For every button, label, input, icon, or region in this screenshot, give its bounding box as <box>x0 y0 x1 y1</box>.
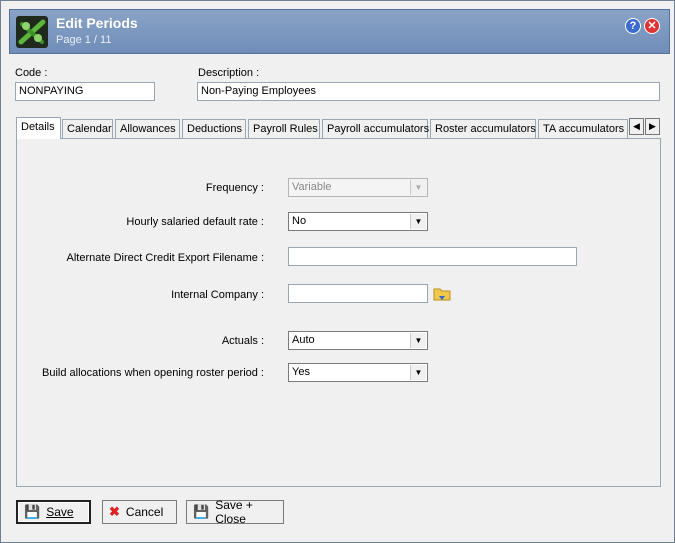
cancel-button[interactable]: ✖ Cancel <box>102 500 177 524</box>
internal-company-field[interactable] <box>288 284 428 303</box>
cancel-button-label: Cancel <box>125 505 164 519</box>
floppy-disk-icon: 💾 <box>24 504 41 519</box>
app-logo-icon <box>16 16 48 48</box>
chevron-down-icon[interactable]: ▼ <box>410 214 426 229</box>
save-close-button-label: Save + Close <box>215 498 253 526</box>
save-button-label: Save <box>46 505 74 519</box>
build-allocations-label: Build allocations when opening roster pe… <box>42 367 264 379</box>
tab-ta-accumulators[interactable]: TA accumulators <box>538 119 628 138</box>
tab-deductions[interactable]: Deductions <box>182 119 246 138</box>
hourly-rate-select[interactable]: No ▼ <box>288 212 428 231</box>
tab-payroll-accumulators[interactable]: Payroll accumulators <box>322 119 429 138</box>
red-x-icon: ✖ <box>109 504 120 519</box>
chevron-down-icon[interactable]: ▼ <box>410 333 426 348</box>
tab-allowances[interactable]: Allowances <box>115 119 180 138</box>
tab-payroll-rules[interactable]: Payroll Rules <box>248 119 320 138</box>
save-button[interactable]: 💾 Save <box>16 500 91 524</box>
alt-credit-filename-field[interactable] <box>288 247 577 266</box>
code-field[interactable]: NONPAYING <box>15 82 155 101</box>
actuals-select[interactable]: Auto ▼ <box>288 331 428 350</box>
hourly-rate-value: No <box>292 215 307 227</box>
tab-details[interactable]: Details <box>16 117 61 139</box>
tab-calendar[interactable]: Calendar <box>62 119 113 138</box>
actuals-value: Auto <box>292 334 315 346</box>
actuals-label: Actuals : <box>221 335 264 347</box>
title-bar: Edit Periods Page 1 / 11 ? ✕ <box>9 9 670 54</box>
alt-credit-filename-label: Alternate Direct Credit Export Filename … <box>66 252 264 264</box>
page-indicator: Page 1 / 11 <box>56 34 112 46</box>
save-close-button[interactable]: 💾 Save + Close <box>186 498 284 526</box>
description-field[interactable]: Non-Paying Employees <box>197 82 660 101</box>
chevron-down-icon[interactable]: ▼ <box>410 365 426 380</box>
frequency-select: Variable ▼ <box>288 178 428 197</box>
folder-browse-icon[interactable] <box>433 286 451 302</box>
internal-company-label: Internal Company : <box>171 289 264 301</box>
tab-strip: Details Calendar Allowances Deductions P… <box>16 117 661 139</box>
tab-roster-accumulators[interactable]: Roster accumulators <box>430 119 536 138</box>
tab-scroll-left-icon[interactable]: ◀ <box>629 118 644 135</box>
code-label: Code : <box>15 67 48 79</box>
frequency-label: Frequency : <box>205 182 264 194</box>
edit-periods-window: Edit Periods Page 1 / 11 ? ✕ Code : NONP… <box>0 0 675 543</box>
details-panel: Frequency : Variable ▼ Hourly salaried d… <box>16 138 661 487</box>
hourly-rate-label: Hourly salaried default rate : <box>126 216 264 228</box>
build-allocations-value: Yes <box>292 366 310 378</box>
build-allocations-select[interactable]: Yes ▼ <box>288 363 428 382</box>
help-icon[interactable]: ? <box>625 18 641 34</box>
close-icon[interactable]: ✕ <box>644 18 660 34</box>
floppy-disk-close-icon: 💾 <box>193 504 210 519</box>
description-label: Description : <box>198 67 260 79</box>
window-title: Edit Periods <box>56 15 138 31</box>
tab-scroll-right-icon[interactable]: ▶ <box>645 118 660 135</box>
chevron-down-icon: ▼ <box>410 180 426 195</box>
frequency-value: Variable <box>292 181 332 193</box>
